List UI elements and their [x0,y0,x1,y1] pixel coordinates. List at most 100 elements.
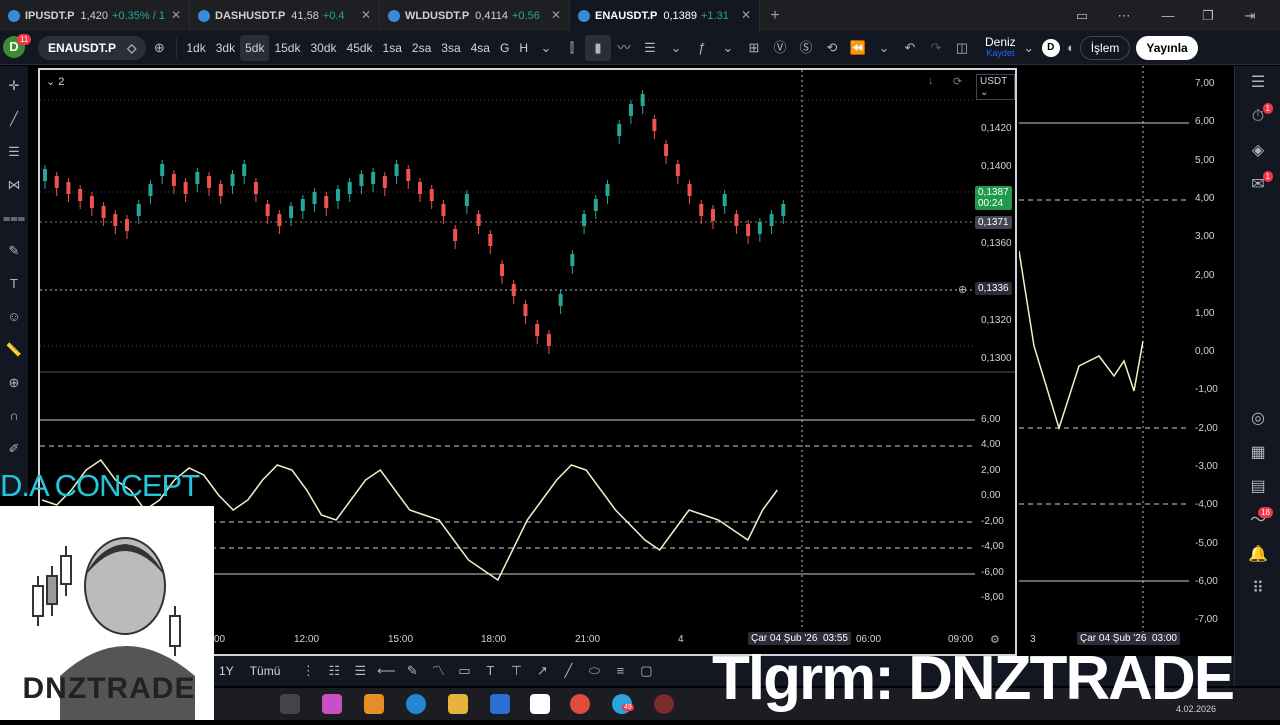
exit-icon[interactable]: ⇥ [1230,0,1270,31]
interval-15dk[interactable]: 15dk [269,35,305,61]
lines-icon[interactable]: ≡ [607,658,633,684]
interval-H[interactable]: H [514,35,533,61]
rect-icon[interactable]: ▭ [451,658,477,684]
interval-2sa[interactable]: 2sa [407,35,436,61]
alert-icon[interactable]: ⟲ [819,35,845,61]
layout-avatar[interactable]: D [1041,38,1060,57]
copilot-icon[interactable] [322,694,342,714]
ellipse-icon[interactable]: ⬭ [581,658,607,684]
line-tool-icon[interactable]: ⟵ [373,658,399,684]
interval-1sa[interactable]: 1sa [378,35,407,61]
note-icon[interactable]: ⊤ [503,658,529,684]
indicators-icon[interactable]: ƒ [689,35,715,61]
split-panel-icon[interactable]: ◫ [949,35,975,61]
tab-enausdt[interactable]: ENAUSDT.P 0,1389 +1.31 ✕ [570,0,760,31]
tradingview-app-icon[interactable] [530,694,550,714]
add-symbol-icon[interactable]: ⊕ [146,35,172,61]
magnet-icon[interactable]: ∩ [0,403,28,429]
task-view-icon[interactable] [280,694,300,714]
chevron-down-icon[interactable]: ⌄ [533,35,559,61]
alerts-clock-icon[interactable]: ⏱ 1 [1235,100,1280,134]
replay-icon[interactable]: ⏪ [845,35,871,61]
restore-icon[interactable]: ❐ [1188,0,1228,31]
chevron-down-icon[interactable]: ⌄ [663,35,689,61]
zoom-icon[interactable]: ⊕ [0,370,28,396]
interval-5dk[interactable]: 5dk [240,34,270,61]
chevron-down-icon[interactable]: ⌄ [1016,35,1042,61]
candles-icon[interactable]: ▮ [585,34,611,61]
v-icon[interactable]: Ⓥ [767,35,793,61]
comment-icon[interactable]: ▢ [633,658,659,684]
bell-icon[interactable]: 🔔 [1235,538,1280,572]
split-view-icon[interactable]: ▭ [1062,0,1102,31]
lock-draw-icon[interactable]: ✐ [0,436,28,462]
app-icon[interactable] [654,694,674,714]
horizontal-lines-icon[interactable]: ☰ [0,139,28,165]
chat-icon[interactable]: ✉ 1 [1235,168,1280,202]
tab-ipusdt[interactable]: IPUSDT.P 1,420 +0.35% / 1 ✕ [0,0,190,31]
pane-collapse-button[interactable]: ⌄ 2 [46,75,64,88]
currency-selector[interactable]: USDT ⌄ [976,74,1015,100]
pattern-icon[interactable]: ⋈ [0,172,28,198]
symbol-search-button[interactable]: ENAUSDT.P ◇ [38,35,147,60]
range-1y-button[interactable]: 1Y [214,658,239,684]
bar-style-icon[interactable]: ⫿ [559,35,585,61]
redo-icon[interactable]: ↷ [923,35,949,61]
text-icon[interactable]: T [0,271,28,297]
calendar-icon[interactable]: ▦ [1235,436,1280,470]
interval-G[interactable]: G [495,35,514,61]
text-tool-icon[interactable]: T [477,658,503,684]
template-icon[interactable]: ☷ [321,658,347,684]
undo-icon[interactable]: ↶ [897,35,923,61]
arrow-icon[interactable]: ↗ [529,658,555,684]
interval-30dk[interactable]: 30dk [305,35,341,61]
layers-icon[interactable]: ◈ [1235,134,1280,168]
minimize-icon[interactable]: — [1148,0,1188,31]
report-icon[interactable]: ▤ [1235,470,1280,504]
target-icon[interactable]: ◎ [1235,402,1280,436]
new-tab-plus-icon[interactable]: + [760,0,790,31]
apps-grid-icon[interactable]: ⠿ [1235,572,1280,606]
telegram-icon[interactable]: 49 [612,694,634,714]
publish-button[interactable]: Yayınla [1136,35,1198,60]
store-icon[interactable] [364,694,384,714]
layout-name[interactable]: Deniz Kaydet [985,36,1016,59]
s-icon[interactable]: Ⓢ [793,35,819,61]
crosshair-icon[interactable]: ✛ [0,73,28,99]
edge-icon[interactable] [406,694,426,714]
fib-icon[interactable]: ⩶ [0,205,28,231]
trend-line-icon[interactable]: ╱ [0,106,28,132]
close-tab-icon[interactable]: ✕ [171,8,181,22]
wave-icon[interactable]: 〽 [425,658,451,684]
tab-dashusdt[interactable]: DASHUSDT.P 41,58 +0.4 ✕ [190,0,380,31]
close-tab-icon[interactable]: ✕ [741,8,751,22]
add-alert-plus-icon[interactable]: ⊕ [958,283,967,296]
scroll-down-icon[interactable]: ↓ [928,75,934,87]
trade-button[interactable]: İşlem [1079,35,1131,60]
line-icon[interactable]: ╱ [555,658,581,684]
tab-wldusdt[interactable]: WLDUSDT.P 0,4114 +0.56 ✕ [380,0,570,31]
chevron-down-icon[interactable]: ⌄ [715,35,741,61]
interval-4sa[interactable]: 4sa [466,35,495,61]
ruler-icon[interactable]: 📏 [0,337,28,363]
range-all-button[interactable]: Tümü [245,658,286,684]
layout-grid-icon[interactable]: ⊞ [741,35,767,61]
close-tab-icon[interactable]: ✕ [361,8,371,22]
close-tab-icon[interactable]: ✕ [551,8,561,22]
interval-3sa[interactable]: 3sa [436,35,465,61]
line-style-icon[interactable]: 〰 [611,35,637,61]
more-dots-icon[interactable]: ⋯ [1104,0,1144,31]
pen-icon[interactable]: ✎ [399,658,425,684]
list-icon[interactable]: ☰ [347,658,373,684]
brush-icon[interactable]: ✎ [0,238,28,264]
watchlist-icon[interactable]: ☰ [1235,66,1280,100]
feed-icon[interactable]: 〜 18 [1235,504,1280,538]
folder-icon[interactable] [448,694,468,714]
chrome-icon[interactable] [570,694,590,714]
secondary-oscillator-chart[interactable] [1019,66,1189,632]
user-avatar[interactable]: D 11 [0,31,34,65]
refresh-icon[interactable]: ⟳ [953,75,962,88]
interval-3dk[interactable]: 3dk [211,35,240,61]
chevron-down-icon[interactable]: ⌄ [871,35,897,61]
interval-45dk[interactable]: 45dk [342,35,378,61]
